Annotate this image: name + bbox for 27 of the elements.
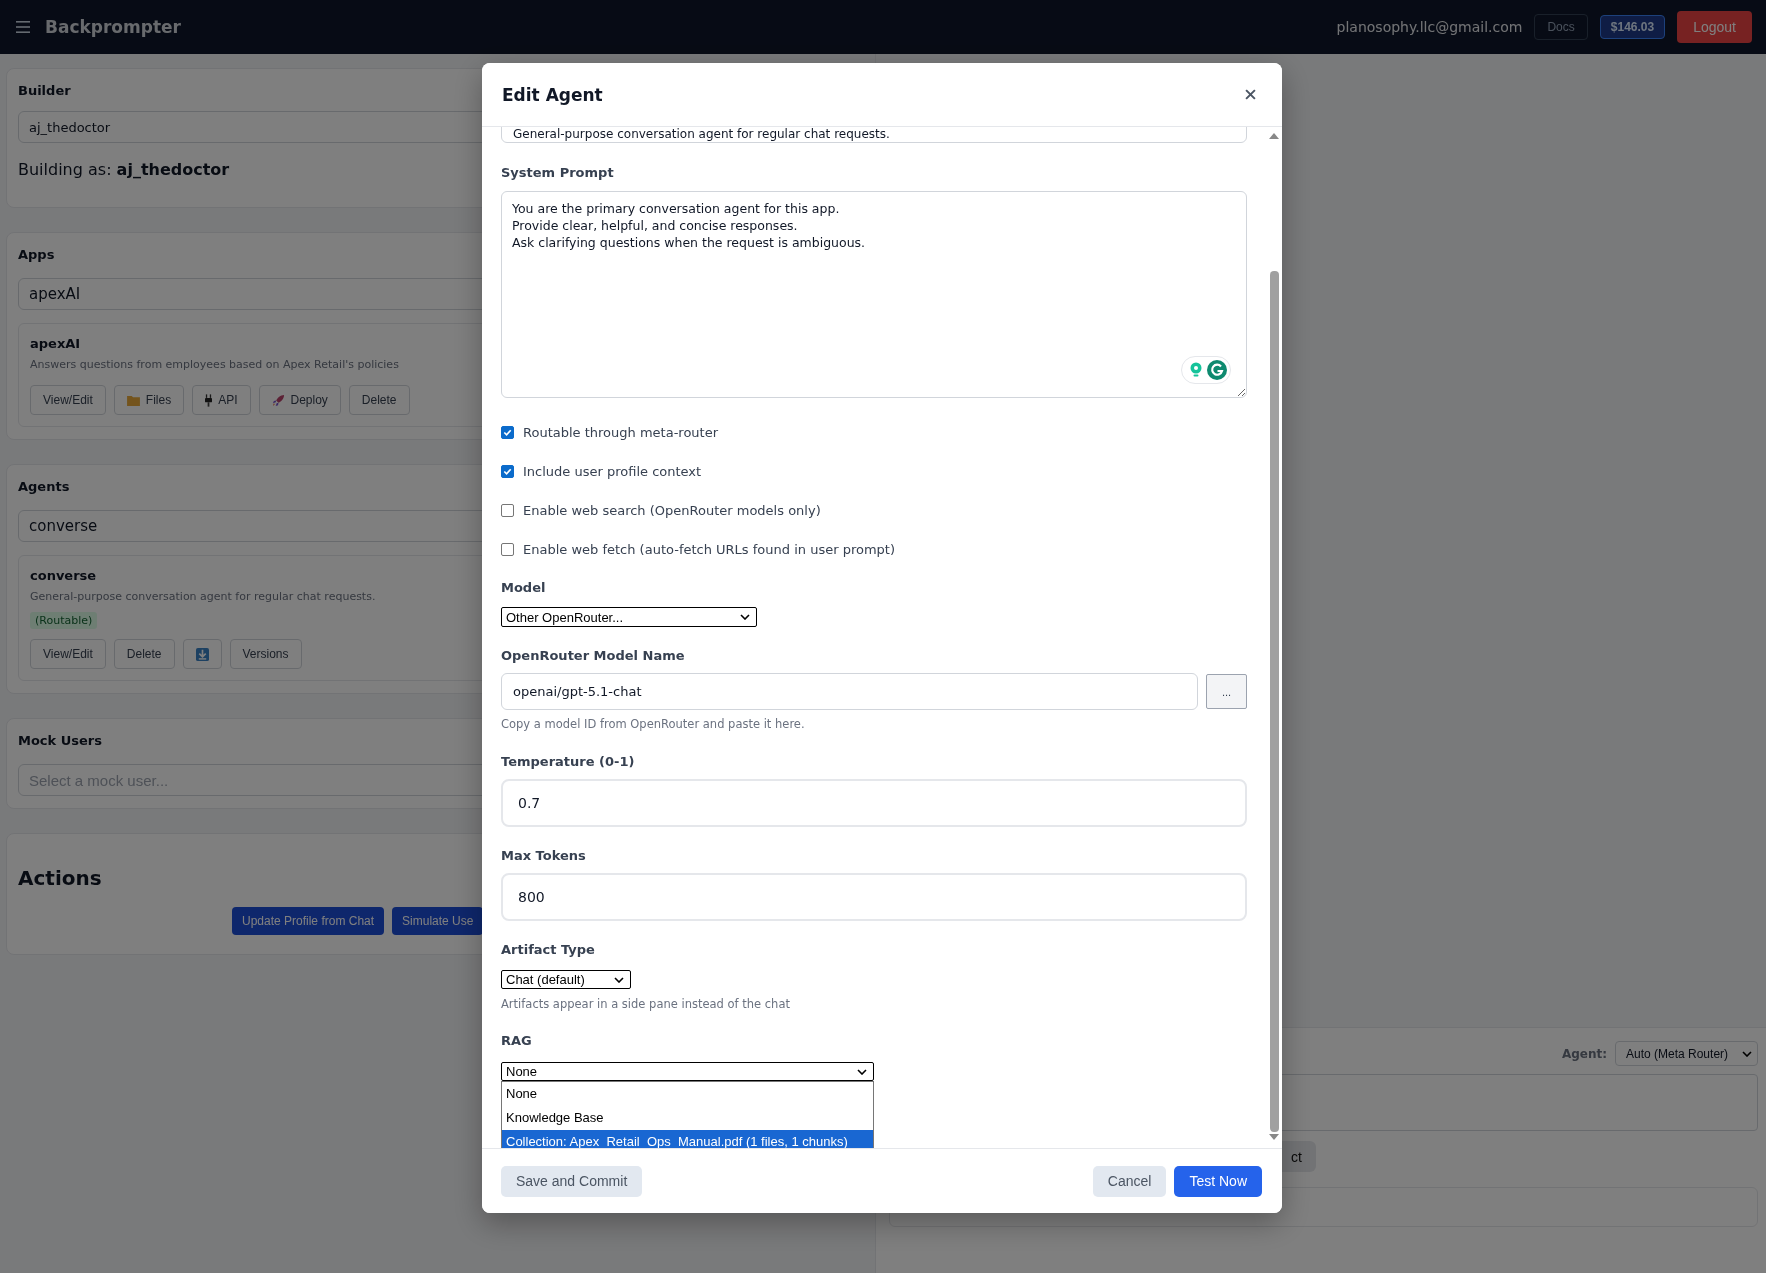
- app-name: apexAI: [30, 335, 81, 353]
- section-title: Mock Users: [18, 732, 102, 750]
- field-label: RAG: [501, 1032, 533, 1050]
- field-label: Max Tokens: [501, 847, 587, 865]
- user-email: planosophy.llc@gmail.com: [1336, 19, 1523, 35]
- agent-label: Agent:: [1561, 1046, 1607, 1061]
- app-description: Answers questions from employees based on Apex Retail's policies: [30, 357, 399, 372]
- section-title: Agents: [18, 478, 70, 496]
- field-label: System Prompt: [501, 164, 615, 182]
- section-title: Builder: [18, 82, 71, 100]
- dialog-title: Edit Agent: [502, 84, 603, 105]
- routable-badge: (Routable): [30, 612, 98, 629]
- section-title: Actions: [18, 865, 102, 891]
- checkbox-label: Include user profile context: [523, 463, 702, 479]
- agent-description: General-purpose conversation agent for regular chat requests.: [30, 589, 376, 604]
- checkbox-label: Enable web fetch (auto-fetch URLs found in user prompt): [523, 541, 895, 557]
- field-label: Model: [501, 579, 547, 597]
- field-label: OpenRouter Model Name: [501, 647, 686, 665]
- help-text: Copy a model ID from OpenRouter and paste it here.: [501, 716, 806, 732]
- help-text: Artifacts appear in a side pane instead of the chat: [501, 996, 791, 1012]
- field-label: Artifact Type: [501, 941, 596, 959]
- agent-name: converse: [30, 567, 97, 585]
- balance-badge: $146.03: [1599, 15, 1666, 39]
- checkbox-label: Routable through meta-router: [523, 424, 719, 440]
- building-as-text: Building as: aj_thedoctor: [18, 159, 230, 181]
- app-title: Backprompter: [45, 17, 181, 37]
- section-title: Apps: [18, 246, 55, 264]
